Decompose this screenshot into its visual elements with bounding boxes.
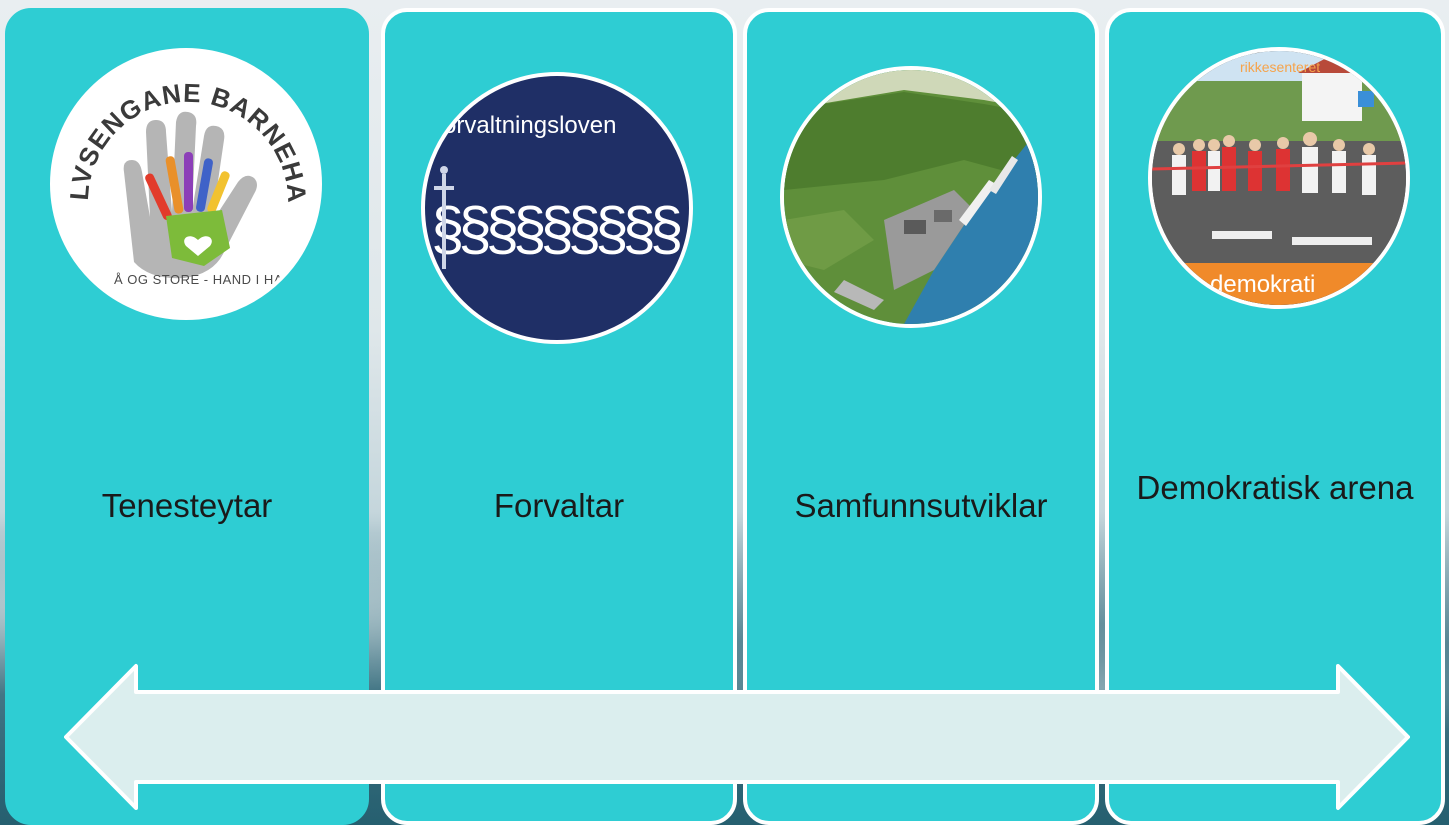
label-forvaltar: Forvaltar <box>493 487 625 524</box>
law-title-text: orvaltningsloven <box>443 112 617 139</box>
democracy-top-text: rikkesenteret <box>1240 59 1321 75</box>
logo-subtitle: Å OG STORE - HAND I HA <box>114 272 283 287</box>
double-headed-arrow <box>64 664 1410 810</box>
law-image: orvaltningsloven §§§§§§§§§ <box>421 72 693 344</box>
label-demokratisk-arena: Demokratisk arena <box>1136 469 1414 506</box>
ribbon-cutting-image: rikkesenteret demokrati <box>1148 47 1410 309</box>
section-symbols-text: §§§§§§§§§ <box>431 195 683 262</box>
label-tenesteytar: Tenesteytar <box>101 487 273 524</box>
kindergarten-logo-image: GOLVSENGANE BARNEHAGE Å OG STORE - HAND … <box>50 48 322 320</box>
fjord-harbour-image <box>780 66 1042 328</box>
sword-icon <box>434 166 454 269</box>
label-samfunnsutviklar: Samfunnsutviklar <box>794 487 1048 524</box>
democracy-banner-text: demokrati <box>1210 271 1316 298</box>
fjord-landscape-icon <box>784 70 1038 324</box>
